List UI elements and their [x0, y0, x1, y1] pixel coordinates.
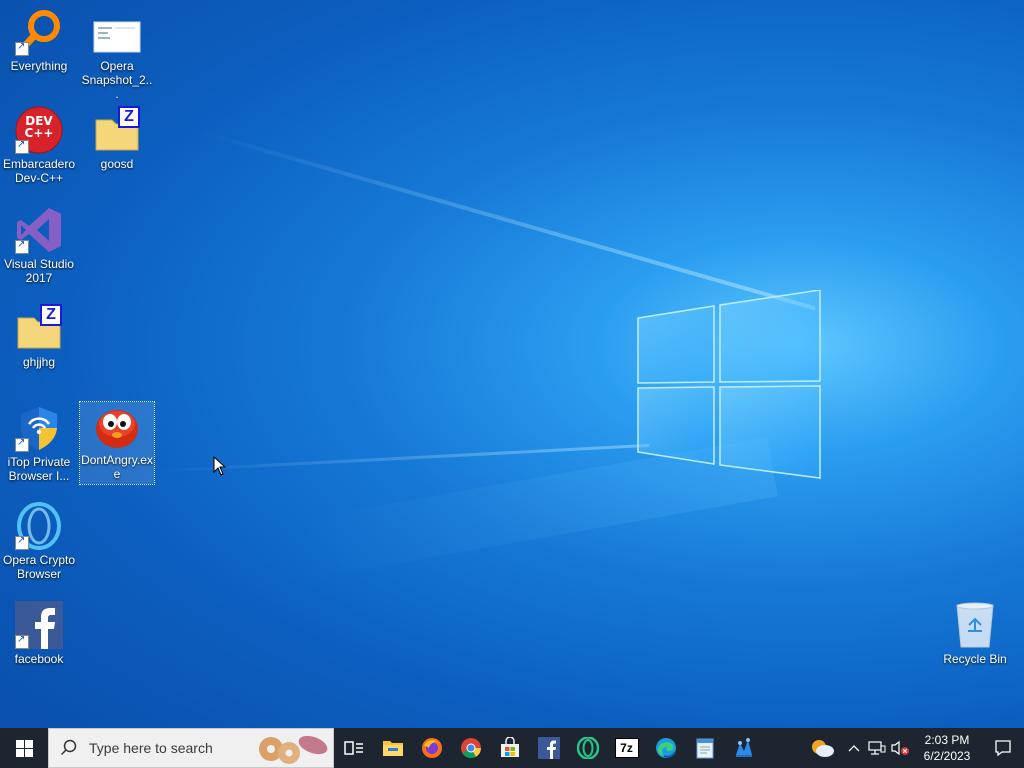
shortcut-arrow-icon [15, 633, 29, 649]
icon-label: Everything [10, 59, 68, 73]
dontangry-icon [93, 402, 141, 450]
start-button[interactable] [0, 728, 48, 768]
everything-icon [15, 8, 63, 56]
taskbar-facebook[interactable] [529, 728, 568, 768]
volume-button[interactable] [888, 728, 912, 768]
visual-studio-icon [15, 206, 63, 254]
icon-label: Opera Snapshot_2... [81, 59, 153, 101]
taskbar-microsoft-store[interactable] [490, 728, 529, 768]
icon-label: Visual Studio 2017 [4, 257, 74, 285]
taskbar-search-box[interactable]: Type here to search [48, 728, 334, 768]
desktop-icon-ghjjhg[interactable]: Z ghjjhg [2, 304, 76, 369]
search-placeholder: Type here to search [89, 740, 213, 756]
light-ray [199, 130, 816, 311]
chevron-up-icon [848, 745, 860, 752]
desktop-icon-itop-browser[interactable]: iTop Private Browser I... [2, 404, 76, 483]
opera-icon [576, 737, 599, 759]
recycle-bin-icon [951, 601, 999, 649]
zip-folder-icon: Z [93, 106, 141, 154]
network-button[interactable] [866, 728, 888, 768]
devcpp-icon: DEV C++ [15, 106, 63, 154]
volume-muted-icon [891, 740, 909, 756]
desktop-icon-visual-studio[interactable]: Visual Studio 2017 [2, 206, 76, 285]
facebook-icon [15, 601, 63, 649]
task-view-icon [343, 741, 363, 755]
icon-label: DontAngry.exe [81, 453, 153, 481]
icon-label: Embarcadero Dev-C++ [2, 157, 76, 185]
windows-start-icon [15, 739, 33, 757]
search-icon [60, 739, 77, 756]
taskbar-edge[interactable] [646, 728, 685, 768]
edge-icon [655, 738, 676, 758]
zip-letter: Z [124, 108, 134, 125]
icon-label: Recycle Bin [943, 652, 1007, 666]
weather-widget[interactable] [802, 728, 842, 768]
taskbar: Type here to search 7z 2:03 PM 6/2/2023 [0, 728, 1024, 768]
icon-label: facebook [14, 652, 64, 666]
windows-logo-wallpaper [636, 290, 822, 480]
donut-search-highlight-icon[interactable] [255, 731, 331, 765]
facebook-icon [537, 737, 560, 759]
icon-label: iTop Private Browser I... [7, 455, 71, 483]
desktop-icon-recycle-bin[interactable]: Recycle Bin [938, 601, 1012, 666]
weather-cloudy-sun-icon [812, 740, 834, 757]
taskbar-file-explorer[interactable] [373, 728, 412, 768]
taskbar-opera[interactable] [568, 728, 607, 768]
mouse-cursor-icon [213, 456, 227, 476]
desktop[interactable]: Everything Opera Snapshot_2... DEV C++ E… [0, 0, 1024, 728]
taskbar-7zip[interactable]: 7z [607, 728, 646, 768]
7zip-icon-text: 7z [620, 741, 633, 755]
7zip-icon: 7z [614, 738, 639, 758]
icon-label: Opera Crypto Browser [2, 553, 76, 581]
zip-folder-icon: Z [15, 304, 63, 352]
taskbar-firefox[interactable] [412, 728, 451, 768]
microsoft-store-icon [500, 737, 519, 757]
itop-browser-icon [15, 404, 63, 452]
show-hidden-icons-button[interactable] [842, 728, 866, 768]
action-center-button[interactable] [982, 728, 1024, 768]
icon-label: goosd [100, 157, 134, 171]
desktop-icon-devcpp[interactable]: DEV C++ Embarcadero Dev-C++ [2, 106, 76, 185]
shortcut-arrow-icon [15, 40, 29, 56]
app-icon [735, 738, 752, 757]
shortcut-arrow-icon [15, 534, 29, 550]
chrome-icon [460, 738, 481, 759]
desktop-icon-everything[interactable]: Everything [2, 8, 76, 73]
zip-letter: Z [46, 306, 56, 323]
desktop-icon-dontangry[interactable]: DontAngry.exe [79, 401, 155, 485]
taskbar-notepad[interactable] [685, 728, 724, 768]
desktop-icon-goosd[interactable]: Z goosd [80, 106, 154, 171]
taskbar-chrome[interactable] [451, 728, 490, 768]
shortcut-arrow-icon [15, 138, 29, 154]
shortcut-arrow-icon [15, 238, 29, 254]
clock[interactable]: 2:03 PM 6/2/2023 [912, 728, 982, 768]
desktop-icon-opera-snapshot[interactable]: Opera Snapshot_2... [80, 8, 154, 101]
taskbar-app[interactable] [724, 728, 763, 768]
file-explorer-icon [382, 741, 403, 756]
task-view-button[interactable] [334, 728, 373, 768]
clock-time: 2:03 PM [924, 733, 970, 747]
image-file-icon [93, 8, 141, 56]
firefox-icon [421, 738, 442, 758]
devcpp-logo-text: DEV C++ [24, 114, 54, 140]
desktop-icon-facebook[interactable]: facebook [2, 601, 76, 666]
clock-date: 6/2/2023 [923, 749, 971, 763]
notepad-icon [696, 738, 713, 759]
opera-crypto-icon [15, 502, 63, 550]
shortcut-arrow-icon [15, 436, 29, 452]
notification-icon [995, 740, 1011, 757]
desktop-icon-opera-crypto[interactable]: Opera Crypto Browser [2, 502, 76, 581]
icon-label: ghjjhg [22, 355, 56, 369]
network-icon [868, 741, 886, 755]
system-tray: 2:03 PM 6/2/2023 [802, 728, 1024, 768]
